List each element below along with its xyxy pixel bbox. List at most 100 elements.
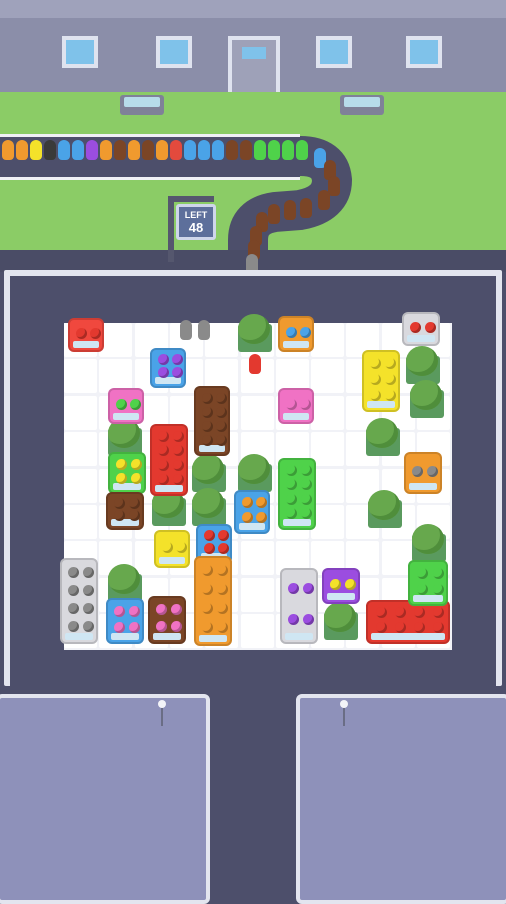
parking-area-left	[0, 694, 210, 904]
street-lamp	[158, 700, 166, 726]
passenger-seat	[201, 392, 213, 404]
tree-obstacle	[236, 454, 272, 492]
passenger-seat	[376, 622, 387, 633]
queue-passenger	[184, 140, 196, 160]
vehicle-green-bus[interactable]	[278, 458, 316, 530]
passenger-seat	[285, 398, 297, 410]
passenger-seat	[301, 464, 312, 476]
building-window	[62, 36, 98, 68]
queue-passenger	[72, 140, 84, 160]
vehicle-yellow-van[interactable]	[108, 452, 146, 494]
passenger-seat	[217, 565, 228, 576]
vehicle-brown-van[interactable]	[106, 492, 144, 530]
passenger-seat	[299, 326, 311, 338]
building-window	[156, 36, 192, 68]
flower-planter	[340, 95, 384, 115]
grid-tile	[64, 505, 97, 539]
passenger-seat	[414, 607, 425, 618]
sign-pole	[168, 200, 174, 262]
grid-tile	[240, 577, 274, 612]
vehicle-pink-van[interactable]	[148, 596, 186, 644]
vehicle-pink-car-b[interactable]	[106, 598, 144, 644]
passenger-seat	[412, 465, 423, 477]
passenger-seat	[68, 602, 79, 614]
vehicle-blue-car[interactable]	[278, 316, 314, 352]
parking-area-right	[296, 694, 506, 904]
passenger-seat	[217, 543, 229, 554]
passenger-seat	[171, 354, 183, 365]
passenger-seat	[301, 493, 312, 505]
vehicle-yellow-bus[interactable]	[362, 350, 400, 412]
passenger-seat	[83, 566, 94, 578]
queue-passenger	[198, 140, 210, 160]
vehicle-yellow-car[interactable]	[154, 530, 190, 568]
passenger-seat	[288, 614, 299, 625]
vehicle-yellow-car-b[interactable]	[322, 568, 360, 604]
passenger-seat	[255, 497, 267, 508]
passenger-seat	[158, 459, 169, 471]
passenger-seat	[116, 472, 127, 484]
passenger-seat	[202, 603, 213, 614]
queue-passenger	[16, 140, 28, 160]
passenger-seat	[116, 458, 127, 470]
passenger-seat	[171, 604, 182, 615]
sign-arm	[168, 196, 214, 202]
passenger-seat	[156, 604, 167, 615]
passenger-seat	[171, 367, 183, 378]
passenger-seat	[75, 327, 87, 339]
passenger-seat	[414, 622, 425, 633]
vehicle-gray-car[interactable]	[404, 452, 442, 494]
passenger-seat	[157, 354, 169, 365]
vehicle-purple-van[interactable]	[150, 348, 186, 388]
passenger-seat	[425, 321, 436, 333]
passenger-seat	[114, 605, 125, 617]
passenger-seat	[129, 497, 140, 509]
vehicle-orange-van[interactable]	[234, 490, 270, 534]
passenger-seat	[299, 398, 311, 410]
vehicle-gray-bus[interactable]	[60, 558, 98, 644]
queue-passenger	[296, 140, 308, 160]
passenger-seat	[301, 508, 312, 520]
passenger-seat	[215, 392, 227, 404]
tree-obstacle	[236, 314, 272, 352]
queue-passenger	[254, 140, 266, 160]
queue-passenger	[268, 204, 280, 224]
passenger-seat	[129, 398, 141, 410]
vehicle-red-bus-b[interactable]	[366, 600, 450, 644]
passenger-seat	[433, 622, 444, 633]
waiting-passenger	[249, 354, 261, 374]
grid-tile	[311, 359, 345, 394]
queue-passenger	[282, 140, 294, 160]
queue-passenger	[2, 140, 14, 160]
passenger-seat	[217, 584, 228, 595]
vehicle-red-bus[interactable]	[150, 424, 188, 496]
passenger-seat	[215, 406, 227, 418]
queue-passenger	[156, 140, 168, 160]
vehicle-purple-car[interactable]	[280, 568, 318, 644]
passenger-seat	[370, 357, 381, 369]
vehicle-brown-bus[interactable]	[194, 386, 230, 456]
passenger-seat	[286, 493, 297, 505]
passenger-seat	[217, 530, 229, 541]
vehicle-orange-bus[interactable]	[194, 556, 232, 646]
queue-passenger	[170, 140, 182, 160]
queue-passenger	[268, 140, 280, 160]
building-window	[406, 36, 442, 68]
passenger-seat	[201, 420, 213, 432]
vehicle-red-car-b[interactable]	[402, 312, 440, 346]
passenger-seat	[286, 508, 297, 520]
vehicle-green-van[interactable]	[408, 560, 448, 606]
queue-passenger	[142, 140, 154, 160]
passenger-seat	[83, 620, 94, 632]
passenger-seat	[286, 464, 297, 476]
grid-tile	[205, 323, 239, 357]
passenger-seat	[158, 445, 169, 457]
gray-passenger	[198, 320, 210, 340]
passenger-seat	[171, 621, 182, 632]
vehicle-green-car[interactable]	[108, 388, 144, 424]
vehicle-red-car-a[interactable]	[68, 318, 104, 352]
passenger-seat	[395, 607, 406, 618]
tree-obstacle	[366, 490, 402, 528]
vehicle-pink-car[interactable]	[278, 388, 314, 424]
grid-tile	[64, 359, 97, 394]
